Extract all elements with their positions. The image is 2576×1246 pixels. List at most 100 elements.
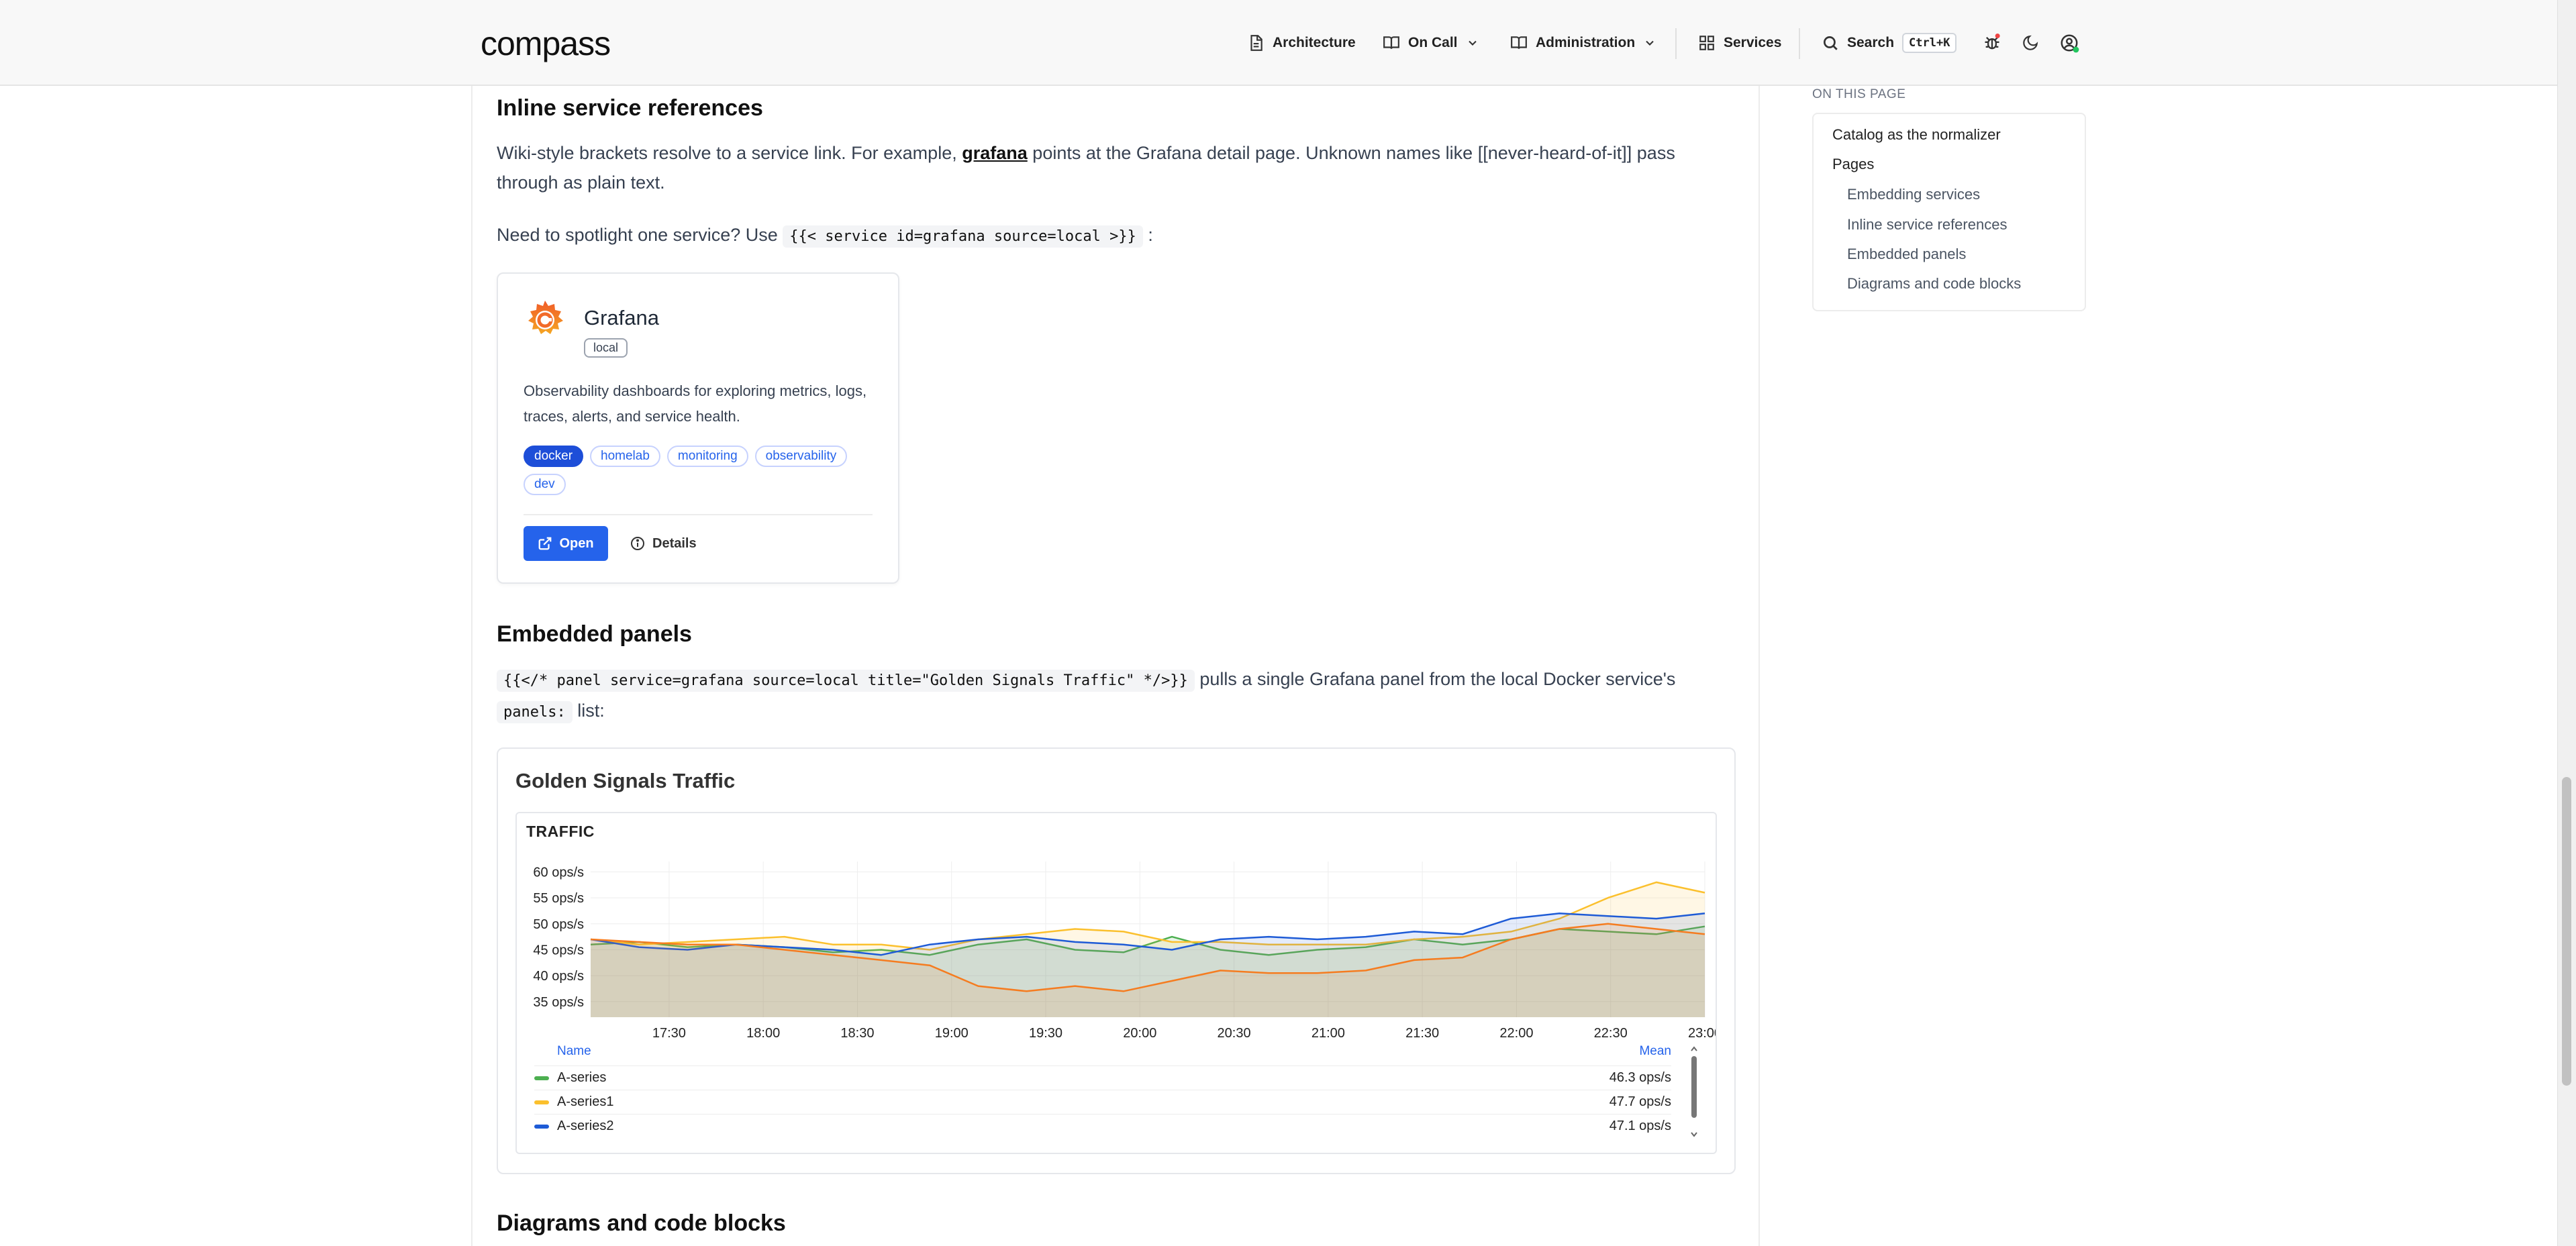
legend-row[interactable]: A-series1 47.7 ops/s: [534, 1090, 1671, 1114]
spotlight-text: :: [1148, 225, 1153, 245]
x-tick-label: 17:30: [652, 1026, 686, 1041]
spotlight-text: Need to spotlight one service? Use: [497, 225, 778, 245]
toc-item[interactable]: Catalog as the normalizer: [1832, 126, 2001, 144]
y-tick-label: 35 ops/s: [533, 995, 584, 1010]
card-divider: [524, 514, 873, 515]
document-icon: [1250, 35, 1262, 51]
legend-series-name: A-series2: [557, 1119, 614, 1133]
book-open-icon: [1511, 36, 1527, 49]
legend-scroll-thumb[interactable]: [1691, 1056, 1697, 1118]
panels-paragraph: {{</* panel service=grafana source=local…: [497, 664, 1745, 727]
x-tick-label: 18:00: [746, 1026, 780, 1041]
tag-observability[interactable]: observability: [754, 446, 848, 467]
search-icon: [1823, 36, 1838, 50]
compass-logo[interactable]: compass: [481, 24, 611, 63]
nav-architecture[interactable]: Architecture: [1247, 0, 1356, 86]
x-tick-label: 22:00: [1499, 1026, 1533, 1041]
x-tick-label: 21:00: [1311, 1026, 1345, 1041]
external-link-icon: [539, 537, 552, 550]
details-button-label: Details: [652, 535, 697, 551]
toc-item[interactable]: Embedded panels: [1847, 246, 1966, 263]
open-button[interactable]: Open: [524, 526, 608, 561]
tag-docker[interactable]: docker: [524, 446, 584, 467]
inline-para-text: through as plain text.: [497, 172, 665, 193]
y-tick-label: 40 ops/s: [533, 969, 584, 984]
panel-title: Golden Signals Traffic: [515, 769, 736, 792]
x-tick-label: 22:30: [1594, 1026, 1628, 1041]
legend-mean-header[interactable]: Mean: [1639, 1044, 1671, 1059]
y-tick-label: 45 ops/s: [533, 943, 584, 957]
legend-swatch: [534, 1124, 549, 1129]
user-avatar-icon: [2061, 34, 2079, 53]
toc-item[interactable]: Diagrams and code blocks: [1847, 275, 2021, 293]
tag-homelab[interactable]: homelab: [590, 446, 660, 467]
grafana-link[interactable]: grafana: [962, 143, 1028, 163]
y-tick-label: 55 ops/s: [533, 891, 584, 906]
chevron-down-icon: [1646, 40, 1654, 46]
nav-on-call-label: On Call: [1408, 35, 1458, 50]
legend-swatch: [534, 1076, 549, 1080]
heading-embedded-panels: Embedded panels: [497, 621, 692, 647]
toc-item[interactable]: Pages: [1832, 156, 1874, 173]
toc-label: ON THIS PAGE: [1812, 87, 1906, 101]
chart-title: TRAFFIC: [526, 823, 595, 840]
toc: Catalog as the normalizer Pages Embeddin…: [1812, 113, 2086, 311]
panels-text: list:: [577, 700, 605, 721]
traffic-chart[interactable]: 60 ops/s 55 ops/s 50 ops/s 45 ops/s 40 ops/s…: [517, 853, 1716, 1041]
nav-divider: [1675, 28, 1677, 59]
debug-button[interactable]: [1983, 0, 2001, 86]
legend-series-name: A-series: [557, 1070, 607, 1085]
heading-inline-service-references: Inline service references: [497, 95, 763, 121]
grid-icon: [1699, 36, 1714, 50]
search-button[interactable]: Search Ctrl+K: [1822, 0, 1957, 86]
user-menu-button[interactable]: [2059, 0, 2079, 86]
chevron-down-icon: [1468, 40, 1477, 46]
legend-row[interactable]: A-series2 47.1 ops/s: [534, 1114, 1671, 1138]
nav-on-call[interactable]: On Call: [1383, 0, 1479, 86]
x-tick-label: 19:30: [1029, 1026, 1062, 1041]
x-tick-label: 18:30: [840, 1026, 874, 1041]
panel-shortcode: {{</* panel service=grafana source=local…: [497, 670, 1195, 692]
nav-services[interactable]: Services: [1698, 0, 1781, 86]
details-button[interactable]: Details: [630, 526, 697, 561]
nav-architecture-label: Architecture: [1273, 35, 1356, 50]
nav-administration[interactable]: Administration: [1510, 0, 1656, 86]
tag-monitoring[interactable]: monitoring: [666, 446, 748, 467]
chart-frame: TRAFFIC 60 ops/s 55 ops/s 50 ops/s 45 ops/s…: [515, 812, 1717, 1154]
legend-series-mean: 47.1 ops/s: [1609, 1119, 1671, 1133]
heading-diagrams-and-code-blocks: Diagrams and code blocks: [497, 1210, 786, 1236]
nav-divider: [1799, 28, 1800, 59]
tag-dev[interactable]: dev: [524, 474, 566, 495]
nav-services-label: Services: [1724, 35, 1782, 50]
service-card-description: Observability dashboards for exploring m…: [524, 382, 867, 425]
inline-para-text: Wiki-style brackets resolve to a service…: [497, 143, 957, 163]
bug-icon: [1985, 34, 2000, 50]
info-icon: [631, 537, 644, 550]
theme-toggle-button[interactable]: [2022, 0, 2039, 86]
x-tick-label: 19:00: [935, 1026, 969, 1041]
page-scroll-thumb[interactable]: [2562, 777, 2571, 1086]
top-nav-bar: compass Architecture On Call Administrat…: [0, 0, 2557, 86]
x-tick-label: 21:30: [1405, 1026, 1439, 1041]
book-open-icon: [1383, 36, 1399, 49]
inline-para-text: points at the Grafana detail page. Unkno…: [1032, 143, 1675, 163]
legend-row[interactable]: A-series 46.3 ops/s: [534, 1066, 1671, 1090]
panels-key-code: panels:: [497, 701, 573, 723]
y-tick-label: 50 ops/s: [533, 917, 584, 932]
toc-item[interactable]: Embedding services: [1847, 186, 1980, 203]
moon-icon: [2023, 35, 2038, 50]
legend-scrollbar[interactable]: [1689, 1044, 1699, 1145]
toc-item[interactable]: Inline service references: [1847, 216, 2007, 233]
x-tick-label: 23:00: [1688, 1026, 1716, 1041]
open-button-label: Open: [559, 535, 594, 551]
x-tick-label: 20:00: [1123, 1026, 1156, 1041]
service-card-title[interactable]: Grafana: [584, 306, 659, 330]
service-tags: docker homelab monitoring observability …: [524, 446, 886, 495]
legend-series-mean: 46.3 ops/s: [1609, 1070, 1671, 1085]
legend-name-header[interactable]: Name: [557, 1044, 591, 1058]
nav-administration-label: Administration: [1536, 35, 1636, 50]
page-scrollbar[interactable]: [2557, 0, 2576, 1246]
legend-header: Name Mean: [557, 1044, 1671, 1059]
grafana-logo-icon: [528, 301, 563, 334]
source-badge: local: [584, 338, 628, 358]
